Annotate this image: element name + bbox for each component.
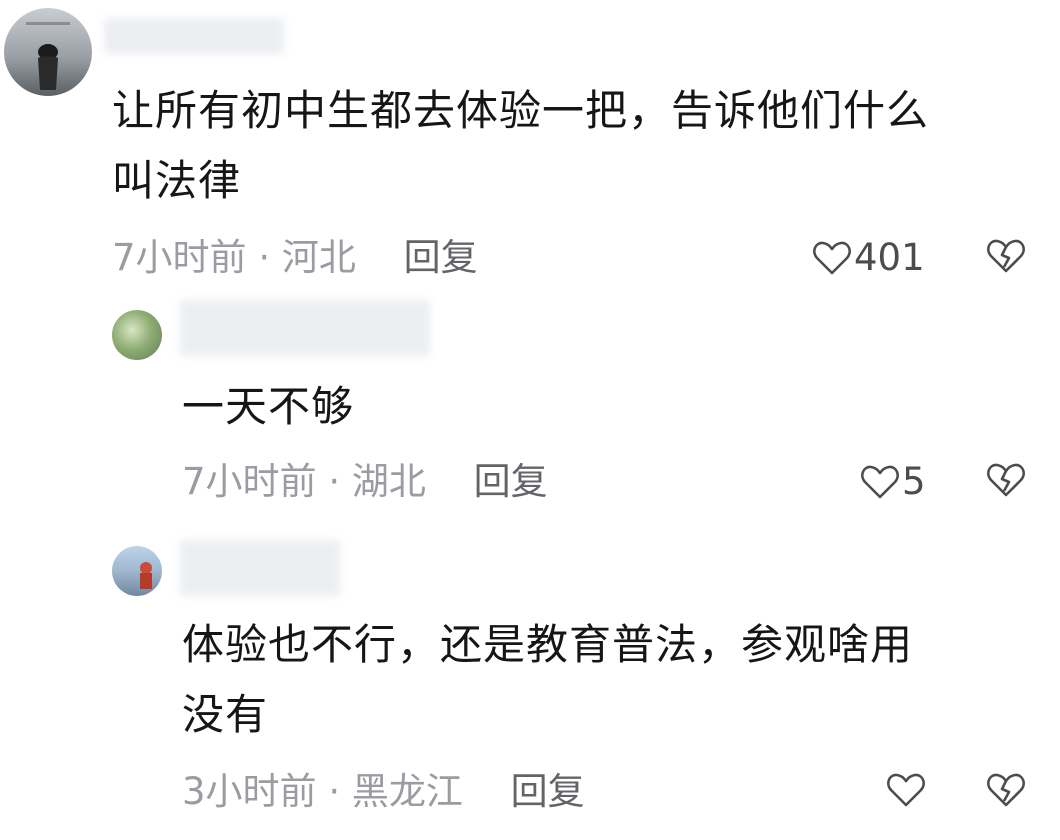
avatar-image: [140, 562, 152, 589]
like-button[interactable]: 401: [812, 236, 925, 280]
dislike-button[interactable]: [986, 462, 1026, 498]
like-button[interactable]: [886, 772, 928, 808]
like-count: 401: [854, 236, 925, 279]
separator: ·: [258, 236, 282, 279]
timestamp: 7小时前: [182, 460, 317, 503]
comment-text-line: 体验也不行，还是教育普法，参观啥用: [182, 620, 914, 669]
heart-outline-icon: [887, 773, 925, 807]
broken-heart-icon: [987, 773, 1025, 807]
avatar-image: [26, 22, 70, 90]
heart-outline-icon: [861, 465, 899, 499]
reply-button[interactable]: 回复: [511, 770, 585, 813]
heart-outline-icon: [813, 241, 851, 275]
location: 河北: [281, 236, 356, 279]
dislike-button[interactable]: [986, 772, 1026, 808]
location: 湖北: [351, 460, 426, 503]
dislike-button[interactable]: [986, 238, 1026, 274]
comment-text-line: 让所有初中生都去体验一把，告诉他们什么: [112, 86, 930, 135]
separator: ·: [328, 770, 352, 813]
avatar[interactable]: [4, 8, 92, 96]
timestamp: 7小时前: [112, 236, 247, 279]
comment-text-line: 没有: [182, 690, 269, 739]
avatar[interactable]: [112, 310, 162, 360]
avatar[interactable]: [112, 546, 162, 596]
username-redacted: [180, 540, 340, 596]
comment-meta: 7小时前 · 河北 回复: [112, 236, 478, 280]
reply-button[interactable]: 回复: [474, 460, 548, 503]
reply-button[interactable]: 回复: [404, 236, 478, 279]
separator: ·: [328, 460, 352, 503]
broken-heart-icon: [987, 463, 1025, 497]
like-count: 5: [902, 460, 926, 503]
comment-text-line: 叫法律: [112, 156, 242, 205]
comment-meta: 7小时前 · 湖北 回复: [182, 460, 548, 504]
like-button[interactable]: 5: [860, 460, 926, 504]
username-redacted: [104, 18, 284, 54]
timestamp: 3小时前: [182, 770, 317, 813]
broken-heart-icon: [987, 239, 1025, 273]
comment-meta: 3小时前 · 黑龙江 回复: [182, 770, 585, 814]
comment-text-line: 一天不够: [182, 382, 355, 431]
username-redacted: [180, 300, 430, 356]
location: 黑龙江: [351, 770, 463, 813]
